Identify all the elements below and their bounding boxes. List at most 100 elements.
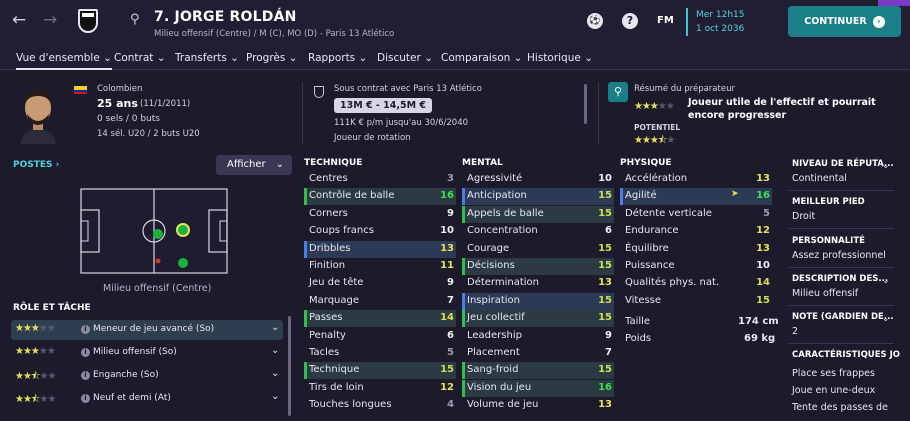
- attribute-row[interactable]: Marquage 7: [304, 293, 456, 310]
- attribute-row[interactable]: Vitesse 15: [620, 293, 772, 310]
- menu-item-history[interactable]: Historique ⌄: [527, 52, 593, 64]
- attribute-row[interactable]: Jeu collectif 15: [462, 310, 614, 328]
- attribute-value: 15: [598, 294, 612, 306]
- attribute-value: 11: [440, 260, 454, 271]
- note-label: NOTE (GARDIEN DE...: [792, 312, 894, 322]
- chevron-down-icon[interactable]: ⌄: [271, 322, 279, 333]
- attribute-value: 14: [440, 312, 454, 324]
- date-day: Mer 12h15: [696, 10, 745, 20]
- info-icon[interactable]: i: [81, 325, 90, 334]
- attribute-row[interactable]: Détente verticale 5: [620, 206, 772, 223]
- attribute-row[interactable]: Dribbles 13: [304, 240, 456, 258]
- value-badge[interactable]: 13M € - 14,5M €: [334, 98, 432, 113]
- role-row[interactable]: ★★★★★ i Meneur de jeu avancé (So) ⌄: [11, 320, 283, 340]
- attribute-name: Touches longues: [309, 399, 392, 411]
- highlight-bar: [620, 188, 623, 206]
- attribute-row[interactable]: Accélération 13: [620, 171, 772, 188]
- attribute-row[interactable]: Finition 11: [304, 258, 456, 275]
- fm-logo[interactable]: FM: [657, 15, 674, 26]
- birth-date: (11/1/2011): [140, 99, 191, 109]
- attribute-row[interactable]: Centres 3: [304, 171, 456, 188]
- attribute-row[interactable]: Contrôle de balle 16: [304, 188, 456, 206]
- attribute-name: Décisions: [467, 260, 515, 271]
- arrow-right-icon[interactable]: →: [43, 10, 57, 30]
- menu-item-comparison[interactable]: Comparaison ⌄: [441, 52, 522, 64]
- attribute-row[interactable]: Agilité 16 ➤: [620, 188, 772, 206]
- menu-item-transfers[interactable]: Transferts ⌄: [175, 52, 239, 64]
- attribute-row[interactable]: Qualités phys. nat. 14: [620, 275, 772, 292]
- attribute-value: 5: [447, 347, 454, 358]
- info-icon[interactable]: i: [81, 371, 90, 380]
- attribute-row[interactable]: Touches longues 4: [304, 397, 456, 414]
- attribute-row[interactable]: Passes 14: [304, 310, 456, 328]
- attribute-row[interactable]: Tacles 5: [304, 345, 456, 362]
- attribute-row[interactable]: Vision du jeu 16: [462, 379, 614, 397]
- attribute-row[interactable]: Penalty 6: [304, 328, 456, 345]
- ball-icon[interactable]: ⚽: [587, 13, 603, 29]
- flag-icon: [74, 86, 87, 94]
- show-dropdown[interactable]: Afficher ⌄: [216, 155, 292, 175]
- attribute-row[interactable]: Appels de balle 15: [462, 205, 614, 223]
- attribute-row[interactable]: Corners 9: [304, 206, 456, 223]
- attribute-row[interactable]: Tirs de loin 12: [304, 380, 456, 397]
- search-icon[interactable]: ⚲: [608, 82, 628, 102]
- attribute-name: Puissance: [625, 260, 675, 271]
- attribute-value: 10: [756, 260, 770, 271]
- nationality: Colombien: [97, 84, 143, 94]
- attribute-row[interactable]: Volume de jeu 13: [462, 397, 614, 414]
- scrollbar[interactable]: [288, 316, 291, 416]
- divider: [789, 267, 894, 268]
- chevron-down-icon[interactable]: ⌄: [271, 345, 279, 356]
- role-row[interactable]: ★★⯪★★ i Neuf et demi (At) ⌄: [11, 389, 283, 409]
- description-value: Milieu offensif: [792, 288, 859, 299]
- attribute-row[interactable]: Détermination 13: [462, 275, 614, 292]
- attribute-value: 10: [440, 225, 454, 237]
- avatar[interactable]: [14, 84, 62, 144]
- attribute-row[interactable]: Courage 15: [462, 241, 614, 258]
- attribute-row[interactable]: Équilibre 13: [620, 241, 772, 258]
- chevron-down-icon[interactable]: ⌄: [882, 161, 890, 171]
- attribute-row[interactable]: Jeu de tête 9: [304, 275, 456, 292]
- positions-link[interactable]: POSTES ›: [13, 160, 59, 170]
- chevron-down-icon[interactable]: ⌄: [271, 391, 279, 402]
- arrow-left-icon[interactable]: ←: [12, 10, 26, 30]
- search-icon[interactable]: ⚲: [130, 12, 140, 27]
- chevron-down-icon[interactable]: ⌄: [882, 276, 890, 286]
- attribute-row[interactable]: Endurance 12: [620, 223, 772, 240]
- divider: [789, 190, 894, 191]
- attribute-row[interactable]: Décisions 15: [462, 258, 614, 275]
- info-icon[interactable]: i: [81, 394, 90, 403]
- menu-item-reports[interactable]: Rapports ⌄: [308, 52, 367, 64]
- club-crest-icon[interactable]: [78, 9, 98, 33]
- menu-item-progress[interactable]: Progrès ⌄: [246, 52, 297, 64]
- attribute-row[interactable]: Concentration 6: [462, 223, 614, 240]
- attribute-value: 7: [605, 347, 612, 358]
- attribute-row[interactable]: Coups francs 10: [304, 223, 456, 240]
- menu-item-overview[interactable]: Vue d'ensemble ⌄: [16, 52, 112, 70]
- attribute-row[interactable]: Placement 7: [462, 345, 614, 362]
- attribute-name: Vision du jeu: [467, 381, 532, 393]
- info-icon[interactable]: i: [81, 348, 90, 357]
- highlight-bar: [304, 310, 307, 328]
- chevron-down-icon[interactable]: ⌄: [882, 314, 890, 324]
- menu-item-discuss[interactable]: Discuter ⌄: [377, 52, 433, 64]
- attribute-value: 15: [598, 312, 612, 324]
- foot-label: MEILLEUR PIED: [792, 197, 865, 207]
- attribute-row[interactable]: Leadership 9: [462, 328, 614, 345]
- help-icon[interactable]: ?: [622, 13, 638, 29]
- scrollbar[interactable]: [584, 84, 587, 124]
- attribute-row[interactable]: Technique 15: [304, 362, 456, 380]
- attribute-row[interactable]: Puissance 10: [620, 258, 772, 275]
- attribute-row[interactable]: Agressivité 10: [462, 171, 614, 188]
- attribute-value: 9: [605, 329, 612, 341]
- attribute-row[interactable]: Sang-froid 15: [462, 362, 614, 380]
- continue-button[interactable]: CONTINUER ›: [788, 6, 901, 37]
- attribute-row[interactable]: Inspiration 15: [462, 292, 614, 310]
- chevron-down-icon[interactable]: ⌄: [271, 368, 279, 379]
- attribute-row[interactable]: Anticipation 15: [462, 188, 614, 206]
- reputation-label: NIVEAU DE RÉPUTA...: [792, 159, 894, 169]
- role-row[interactable]: ★★⯪★★ i Enganche (So) ⌄: [11, 366, 283, 386]
- menu-item-contract[interactable]: Contrat ⌄: [114, 52, 166, 64]
- role-row[interactable]: ★★★★★ i Milieu offensif (So) ⌄: [11, 343, 283, 363]
- attribute-value: 5: [763, 207, 770, 219]
